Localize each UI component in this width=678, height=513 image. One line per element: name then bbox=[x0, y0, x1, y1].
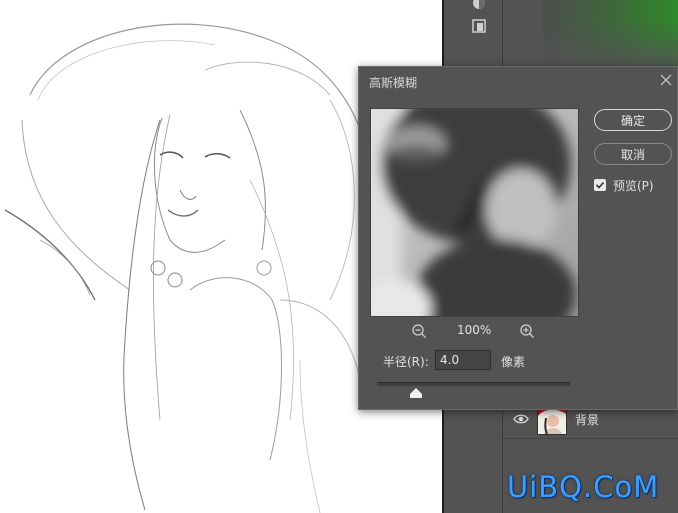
blur-preview[interactable] bbox=[370, 108, 579, 317]
cancel-button[interactable]: 取消 bbox=[594, 143, 672, 165]
radius-unit: 像素 bbox=[501, 355, 526, 369]
gaussian-blur-dialog: 高斯模糊 100% 半径(R): 4.0 像素 确定 取消 预览(P) bbox=[358, 66, 678, 410]
color-panel-preview[interactable] bbox=[543, 0, 678, 66]
eye-icon[interactable] bbox=[513, 412, 529, 426]
triangle-up-icon[interactable] bbox=[409, 387, 422, 398]
preview-checkbox[interactable] bbox=[594, 179, 606, 191]
blurred-preview-image bbox=[371, 109, 578, 316]
radius-input[interactable] bbox=[435, 350, 491, 370]
site-watermark: UiBQ.CoM bbox=[507, 470, 660, 504]
clone-source-icon[interactable] bbox=[470, 17, 488, 35]
dialog-title: 高斯模糊 bbox=[369, 76, 418, 90]
ok-button[interactable]: 确定 bbox=[594, 109, 672, 131]
zoom-out-icon[interactable] bbox=[411, 323, 427, 339]
layer-name: 背景 bbox=[575, 413, 600, 427]
radius-label: 半径(R): bbox=[383, 355, 429, 369]
brush-preset-icon[interactable] bbox=[470, 0, 488, 12]
checkmark-icon bbox=[595, 181, 605, 189]
radius-slider-track[interactable] bbox=[377, 382, 570, 386]
close-icon[interactable] bbox=[659, 73, 673, 87]
preview-checkbox-label[interactable]: 预览(P) bbox=[613, 177, 654, 194]
zoom-in-icon[interactable] bbox=[519, 323, 535, 339]
zoom-level: 100% bbox=[457, 323, 492, 337]
